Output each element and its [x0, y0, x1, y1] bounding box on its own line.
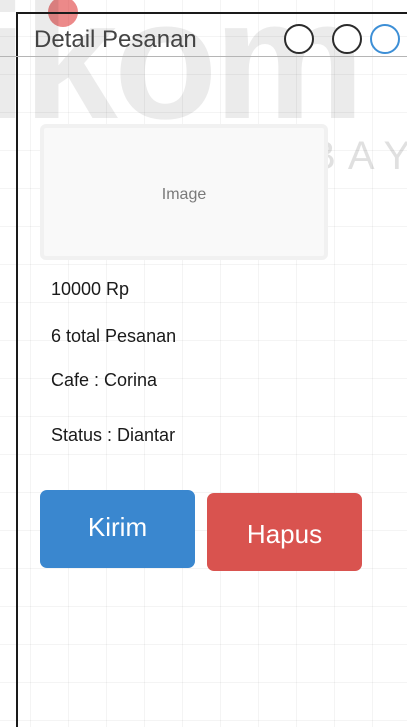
window-circle-button-1[interactable]	[284, 24, 314, 54]
page: ikom SURABAYA Detail Pesanan Image 10000…	[0, 0, 407, 727]
total-orders-text: 6 total Pesanan	[51, 326, 177, 346]
product-image-placeholder: Image	[40, 124, 328, 260]
status-text: Status : Diantar	[51, 425, 176, 445]
image-placeholder-label: Image	[161, 186, 207, 203]
hapus-button[interactable]: Hapus	[207, 493, 362, 571]
titlebar: Detail Pesanan	[0, 0, 407, 57]
cafe-text: Cafe : Corina	[51, 370, 158, 390]
window-circle-button-2[interactable]	[332, 24, 362, 54]
window-title: Detail Pesanan	[34, 26, 197, 53]
price-text: 10000 Rp	[51, 279, 130, 299]
window-circle-button-3[interactable]	[370, 24, 400, 54]
kirim-button[interactable]: Kirim	[40, 490, 195, 568]
